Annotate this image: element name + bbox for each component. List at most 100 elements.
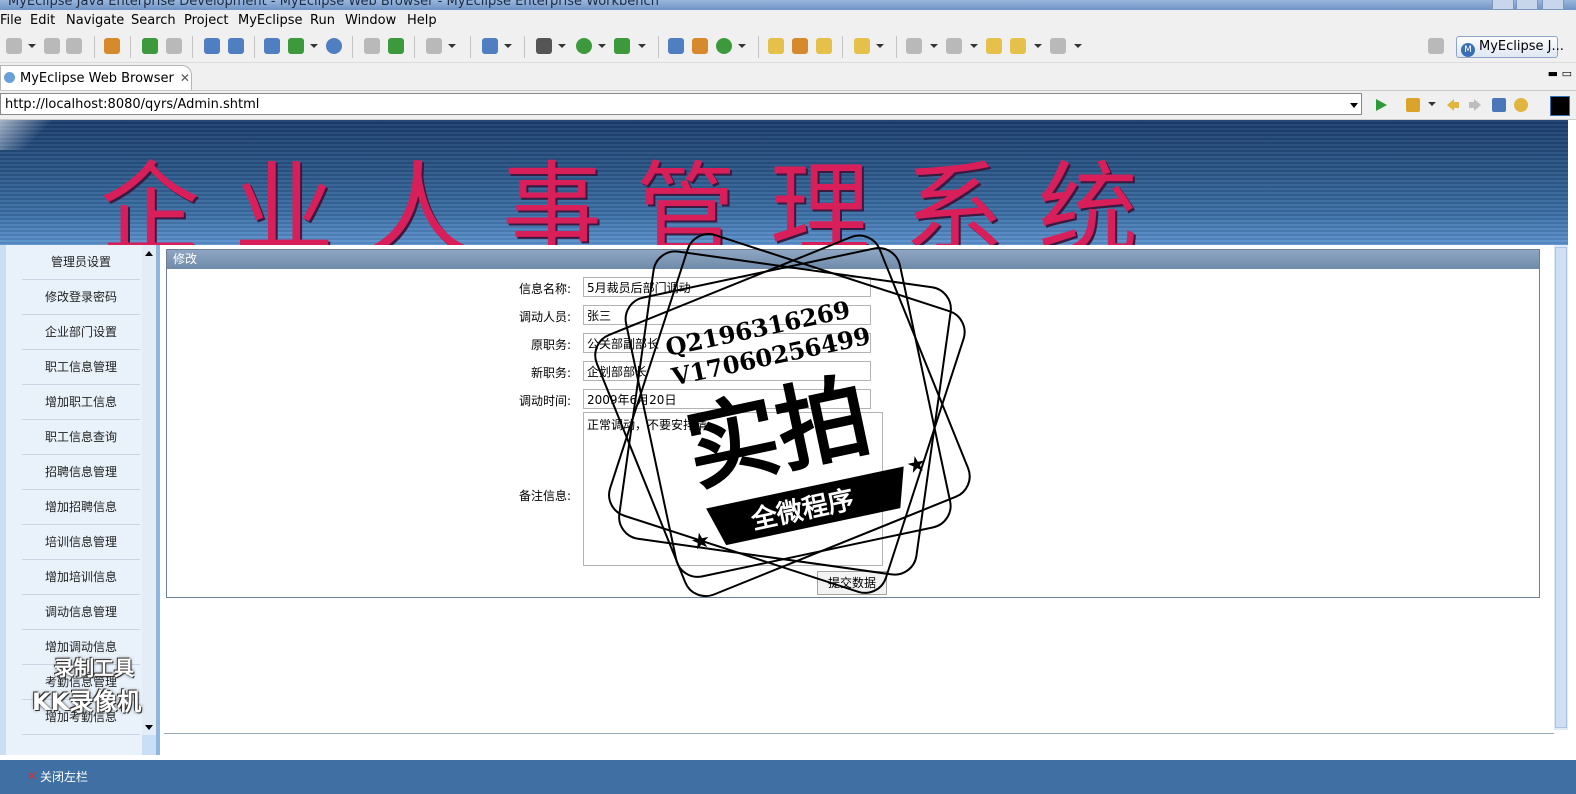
external-tools-dropdown-icon[interactable] [638,44,646,48]
sidebar-item-transfer-management[interactable]: 调动信息管理 [22,595,140,630]
sidebar-item-add-training[interactable]: 增加培训信息 [22,560,140,595]
menu-window[interactable]: Window [345,13,396,28]
server-icon[interactable] [264,38,280,54]
maximize-view-icon[interactable]: ▭ [1562,67,1572,80]
menu-run[interactable]: Run [310,13,335,28]
go-icon[interactable] [1374,98,1388,112]
class-dropdown-icon[interactable] [504,44,512,48]
sidebar-item-employee-management[interactable]: 职工信息管理 [22,350,140,385]
camera-dropdown-icon[interactable] [448,44,456,48]
back-icon[interactable] [1010,38,1026,54]
run-server-icon[interactable] [288,38,304,54]
server-dropdown-icon[interactable] [310,44,318,48]
url-input[interactable]: http://localhost:8080/qyrs/Admin.shtml [0,93,1362,115]
add-icon[interactable] [388,38,404,54]
maximize-button[interactable] [1516,0,1538,10]
wizard-icon[interactable] [204,38,220,54]
close-window-button[interactable] [1542,0,1564,10]
sidebar-item-employee-query[interactable]: 职工信息查询 [22,420,140,455]
new-position-input[interactable]: 企划部部长 [583,361,871,381]
sidebar-item-training-management[interactable]: 培训信息管理 [22,525,140,560]
menu-edit[interactable]: Edit [30,13,55,28]
next-annotation-icon[interactable] [906,38,922,54]
refresh-dropdown-icon[interactable] [738,44,746,48]
minimize-view-icon[interactable]: ▬ [1548,67,1558,80]
sidebar-item-attendance-management[interactable]: 考勤信息管理 [22,665,140,700]
menu-help[interactable]: Help [407,13,437,28]
pin-icon[interactable] [792,38,808,54]
browser-back-icon[interactable] [1446,98,1460,112]
browser-console-icon[interactable] [1550,96,1570,116]
submit-button[interactable]: 提交数据 [817,571,887,595]
package-icon[interactable] [104,38,120,54]
original-position-input[interactable]: 公关部副部长 [583,333,871,353]
refresh-page-icon[interactable] [1514,98,1528,112]
comment-icon[interactable] [816,38,832,54]
search-wizard-icon[interactable] [228,38,244,54]
close-sidebar-link[interactable]: 关闭左栏 [40,768,88,785]
tab-myeclipse-web-browser[interactable]: MyEclipse Web Browser ✕ [0,65,192,90]
url-history-dropdown-icon[interactable] [1350,103,1358,108]
minimize-button[interactable] [1492,0,1514,10]
save-all-icon[interactable] [66,38,82,54]
sidebar-item-recruitment-management[interactable]: 招聘信息管理 [22,455,140,490]
open-perspective-icon[interactable] [1428,38,1444,54]
new-icon[interactable] [6,38,22,54]
menu-navigate[interactable]: Navigate [66,13,124,28]
previous-annotation-icon[interactable] [946,38,962,54]
browser-forward-icon[interactable] [1468,98,1482,112]
perspective-switcher[interactable]: M MyEclipse J... [1456,36,1564,58]
favorites-dropdown-icon[interactable] [1428,102,1436,106]
sidebar-item-change-password[interactable]: 修改登录密码 [22,280,140,315]
forward-dropdown-icon[interactable] [1074,44,1082,48]
refresh-icon[interactable] [716,38,732,54]
deploy-icon[interactable] [166,38,182,54]
last-edit-icon[interactable] [986,38,1002,54]
forward-icon[interactable] [1050,38,1066,54]
sidebar-item-department-settings[interactable]: 企业部门设置 [22,315,140,350]
globe-icon[interactable] [326,38,342,54]
save-icon[interactable] [44,38,60,54]
transfer-person-input[interactable]: 张三 [583,305,871,325]
sidebar-item-admin-settings[interactable]: 管理员设置 [22,245,140,280]
camera-icon[interactable] [426,38,442,54]
back-dropdown-icon[interactable] [1034,44,1042,48]
run-icon[interactable] [576,38,592,54]
sidebar-item-add-recruitment[interactable]: 增加招聘信息 [22,490,140,525]
external-tools-icon[interactable] [614,38,630,54]
open-task-icon[interactable] [692,38,708,54]
open-folder-icon[interactable] [364,38,380,54]
close-tab-icon[interactable]: ✕ [180,71,190,85]
debug-icon[interactable] [536,38,552,54]
run-dropdown-icon[interactable] [598,44,606,48]
menu-myeclipse[interactable]: MyEclipse [238,13,303,28]
scroll-down-icon[interactable] [145,725,153,730]
banner-title: 企业人事管理系统 [100,151,1172,245]
folder-dropdown-icon[interactable] [876,44,884,48]
previous-annotation-dropdown-icon[interactable] [970,44,978,48]
edit-icon[interactable] [768,38,784,54]
info-name-input[interactable]: 5月裁员后部门调动 [583,277,871,297]
menu-file[interactable]: File [0,13,22,28]
scrollbar-thumb[interactable] [1555,247,1567,728]
menu-project[interactable]: Project [184,13,228,28]
close-x-icon[interactable]: ✕ [27,769,37,783]
transfer-date-input[interactable]: 2009年6月20日 [583,389,871,409]
bug-icon[interactable] [142,38,158,54]
sidebar-item-add-attendance[interactable]: 增加考勤信息 [22,700,140,735]
stop-icon[interactable] [1492,98,1506,112]
remark-textarea[interactable]: 正常调动，不要安排请 [583,412,883,566]
new-class-icon[interactable] [482,38,498,54]
menu-search[interactable]: Search [131,13,176,28]
sidebar-scrollbar[interactable] [142,245,156,735]
folder-icon[interactable] [854,38,870,54]
scroll-up-icon[interactable] [145,251,153,256]
next-annotation-dropdown-icon[interactable] [930,44,938,48]
new-dropdown-icon[interactable] [28,44,36,48]
sidebar-item-add-transfer[interactable]: 增加调动信息 [22,630,140,665]
debug-dropdown-icon[interactable] [558,44,566,48]
favorites-icon[interactable] [1406,98,1420,112]
main-scrollbar[interactable] [1554,245,1568,730]
sidebar-item-add-employee[interactable]: 增加职工信息 [22,385,140,420]
open-type-icon[interactable] [668,38,684,54]
